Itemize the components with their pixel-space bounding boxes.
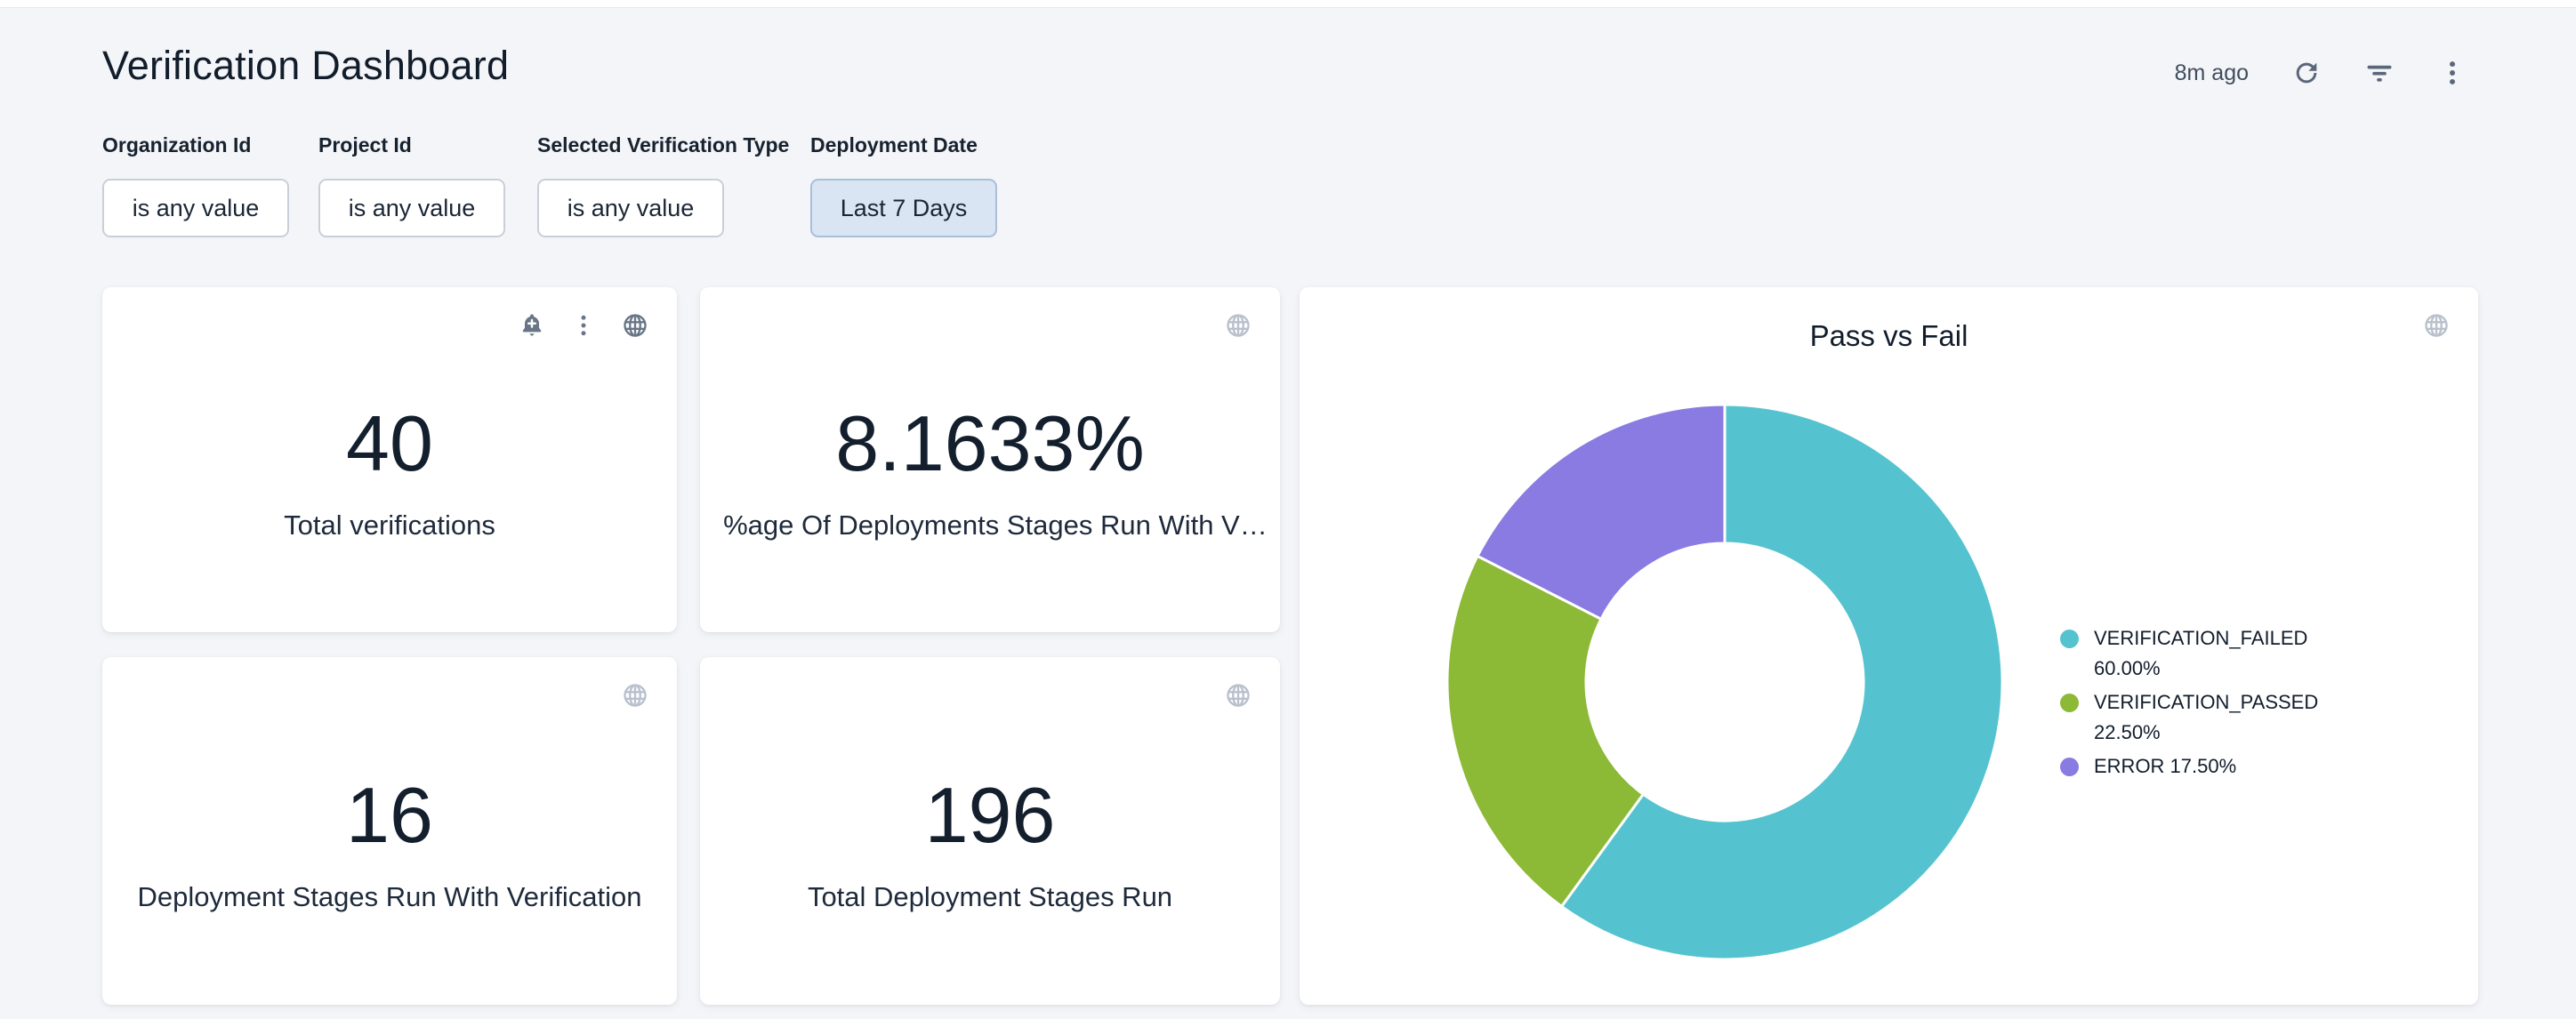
card-action-icons (1225, 312, 1252, 339)
stat-body: 16 Deployment Stages Run With Verificati… (102, 657, 677, 1005)
legend-swatch (2060, 758, 2079, 776)
globe-icon[interactable] (2423, 312, 2450, 339)
stat-value: 40 (346, 405, 433, 483)
filter-value-button[interactable]: is any value (537, 179, 724, 237)
stat-body: 196 Total Deployment Stages Run (700, 657, 1280, 1005)
filter-organization-id: Organization Id is any value (102, 133, 289, 237)
chart-title: Pass vs Fail (1300, 319, 2478, 353)
legend-label: ERROR 17.50% (2094, 751, 2236, 782)
refresh-icon[interactable] (2291, 58, 2322, 88)
card-action-icons (1225, 682, 1252, 709)
stat-label: Total verifications (284, 509, 495, 542)
legend-swatch (2060, 694, 2079, 712)
legend-item[interactable]: ERROR 17.50% (2060, 751, 2336, 782)
globe-icon[interactable] (1225, 312, 1252, 339)
card-action-icons (622, 682, 648, 709)
filter-value-button[interactable]: is any value (102, 179, 289, 237)
filter-label: Project Id (318, 133, 505, 157)
filter-value-button[interactable]: is any value (318, 179, 505, 237)
alert-bell-plus-icon[interactable] (519, 312, 545, 339)
stat-label: Deployment Stages Run With Verification (138, 881, 642, 913)
card-stages-with-verification: 16 Deployment Stages Run With Verificati… (102, 657, 677, 1005)
legend-item[interactable]: VERIFICATION_PASSED 22.50% (2060, 687, 2336, 748)
filter-deployment-date: Deployment Date Last 7 Days (810, 133, 997, 237)
stat-value: 8.1633% (835, 405, 1144, 483)
card-action-icons (519, 312, 648, 339)
verification-dashboard: Verification Dashboard 8m ago Organizati… (0, 0, 2576, 1019)
filter-project-id: Project Id is any value (318, 133, 505, 237)
globe-icon[interactable] (622, 312, 648, 339)
filter-label: Deployment Date (810, 133, 997, 157)
tile-menu-icon[interactable] (570, 312, 597, 339)
legend-swatch (2060, 630, 2079, 648)
stat-value: 196 (925, 776, 1056, 855)
more-options-icon[interactable] (2437, 58, 2467, 88)
legend-label: VERIFICATION_PASSED 22.50% (2094, 687, 2336, 748)
stat-label: %age Of Deployments Stages Run With V… (723, 509, 1257, 542)
page-title: Verification Dashboard (102, 43, 509, 89)
legend-label: VERIFICATION_FAILED 60.00% (2094, 623, 2336, 684)
legend-item[interactable]: VERIFICATION_FAILED 60.00% (2060, 623, 2336, 684)
top-strip (0, 0, 2576, 8)
filter-label: Selected Verification Type (537, 133, 789, 157)
card-total-stages: 196 Total Deployment Stages Run (700, 657, 1280, 1005)
pass-vs-fail-donut-chart[interactable] (1444, 401, 2006, 963)
last-refresh-timestamp: 8m ago (2175, 60, 2249, 86)
globe-icon[interactable] (1225, 682, 1252, 709)
card-action-icons (2423, 312, 2450, 339)
filter-label: Organization Id (102, 133, 289, 157)
card-pass-vs-fail: Pass vs Fail VERIFICATION_FAILED 60.00%V… (1300, 287, 2478, 1005)
stat-body: 40 Total verifications (102, 287, 677, 632)
globe-icon[interactable] (622, 682, 648, 709)
card-pct-stages-with-verification: 8.1633% %age Of Deployments Stages Run W… (700, 287, 1280, 632)
card-total-verifications: 40 Total verifications (102, 287, 677, 632)
header-actions: 8m ago (2175, 50, 2467, 96)
stat-label: Total Deployment Stages Run (808, 881, 1172, 913)
stat-body: 8.1633% %age Of Deployments Stages Run W… (700, 287, 1280, 632)
filter-icon[interactable] (2364, 58, 2395, 88)
filter-verification-type: Selected Verification Type is any value (537, 133, 789, 237)
chart-legend: VERIFICATION_FAILED 60.00%VERIFICATION_P… (2060, 623, 2336, 785)
stat-value: 16 (346, 776, 433, 855)
filter-value-button[interactable]: Last 7 Days (810, 179, 997, 237)
